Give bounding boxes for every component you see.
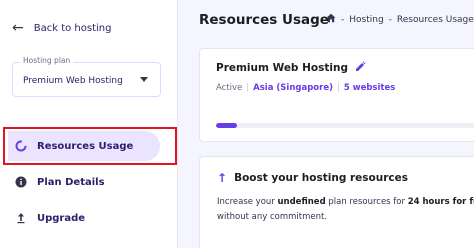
hosting-plan-legend: Hosting plan [20,56,74,65]
info-icon [15,176,27,188]
upgrade-arrow-icon [15,212,27,224]
plan-name: Premium Web Hosting [216,62,348,74]
hosting-plan-select[interactable]: Hosting plan Premium Web Hosting [12,56,161,97]
boost-text-part: plan resources for [328,197,405,207]
edit-pencil-icon[interactable] [355,61,366,75]
boost-card: ↑ Boost your hosting resources Increase … [199,156,474,248]
boost-offer-duration: 24 hours for free. [407,197,474,207]
plan-meta: Active | Asia (Singapore) | 5 websites [216,83,395,93]
arrow-up-icon: ↑ [217,171,228,185]
plan-card: Premium Web Hosting Active | Asia (Singa… [199,48,474,142]
back-to-hosting-link[interactable]: ← Back to hosting [12,18,111,38]
caret-down-icon [140,77,148,82]
home-icon[interactable] [326,13,336,26]
resources-usage-icon [15,140,27,152]
breadcrumb-hosting[interactable]: Hosting [349,15,383,25]
boost-description: Increase your undefined plan resources f… [217,195,474,225]
meta-divider: | [246,83,250,93]
breadcrumb-current: Resources Usage [396,14,474,25]
boost-title: Boost your hosting resources [234,172,408,184]
plan-name-row: Premium Web Hosting [216,61,366,75]
page-title: Resources Usage [199,12,329,28]
sidebar-item-label: Resources Usage [37,140,134,152]
boost-text-part: Increase your [217,197,275,207]
usage-progress-fill [216,123,237,128]
sidebar-item-label: Upgrade [37,212,86,224]
back-to-hosting-label: Back to hosting [33,22,112,34]
usage-progress-bar [216,123,474,128]
hosting-plan-value: Premium Web Hosting [23,76,123,86]
sidebar: ← Back to hosting Hosting plan Premium W… [0,0,178,248]
sidebar-item-resources-usage[interactable]: Resources Usage [8,131,160,161]
breadcrumb-separator: - [341,14,345,25]
boost-text-part: without any commitment. [217,212,328,222]
breadcrumb-separator: - [388,14,392,25]
boost-title-row: ↑ Boost your hosting resources [217,172,408,184]
breadcrumb: - Hosting - Resources Usage [326,13,474,26]
boost-plan-name: undefined [277,197,326,207]
sidebar-item-label: Plan Details [37,176,105,188]
plan-websites-link[interactable]: 5 websites [344,83,395,93]
sidebar-item-plan-details[interactable]: Plan Details [8,167,160,197]
meta-divider: | [336,83,340,93]
sidebar-item-upgrade[interactable]: Upgrade [8,203,160,233]
plan-location-link[interactable]: Asia (Singapore) [253,83,333,93]
plan-status: Active [216,83,243,93]
arrow-left-icon: ← [12,20,24,36]
